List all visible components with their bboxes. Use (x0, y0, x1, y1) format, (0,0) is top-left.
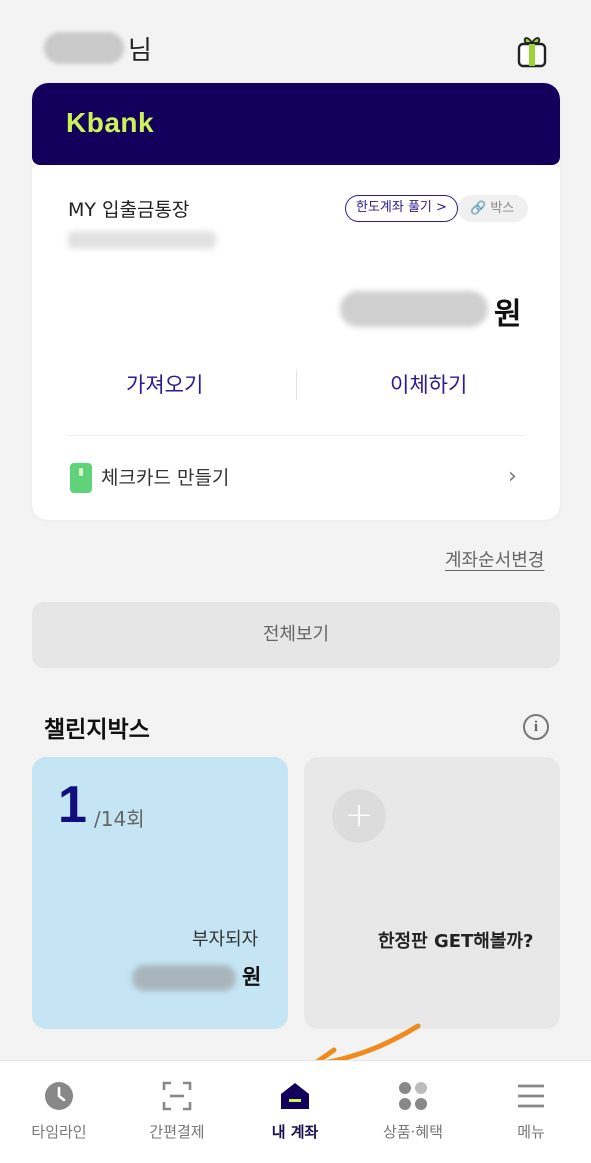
add-challenge-label: 한정판 GET해볼까? (378, 931, 534, 952)
challenge-name: 부자되자 (192, 929, 259, 950)
nav-label: 상품·혜택 (383, 1123, 443, 1141)
account-name: MY 입출금통장 (68, 199, 190, 221)
box-link-button[interactable]: 🔗 박스 (458, 195, 529, 222)
challenge-amount-redacted (132, 965, 236, 991)
card-icon (70, 463, 92, 493)
view-all-button[interactable]: 전체보기 (32, 602, 560, 668)
home-icon (281, 1083, 309, 1109)
nav-my-account[interactable]: 내 계좌 (236, 1061, 354, 1163)
balance-redacted (340, 291, 488, 327)
reorder-accounts-link[interactable]: 계좌순서변경 (445, 546, 544, 572)
bottom-nav: 타임라인 간편결제 내 계좌 상품·혜택 메뉴 (0, 1060, 591, 1163)
user-name-redacted (44, 32, 124, 64)
menu-icon (518, 1084, 544, 1108)
nav-label: 간편결제 (149, 1123, 205, 1141)
balance-unit: 원 (494, 297, 522, 332)
scan-icon (162, 1081, 192, 1111)
nav-label: 내 계좌 (271, 1123, 319, 1141)
nav-menu[interactable]: 메뉴 (472, 1061, 590, 1163)
nav-label: 타임라인 (31, 1123, 87, 1141)
plus-icon[interactable]: + (332, 789, 386, 843)
card-divider (68, 435, 524, 436)
challenge-amount-unit: 원 (242, 965, 262, 989)
transfer-button[interactable]: 이체하기 (390, 369, 467, 399)
nav-products[interactable]: 상품·혜택 (354, 1061, 472, 1163)
header: 님 (0, 0, 591, 84)
challenge-total: /14회 (94, 807, 145, 831)
section-title: 챌린지박스 (44, 717, 150, 743)
challenge-tile[interactable]: 1 /14회 부자되자 원 (32, 757, 288, 1029)
nav-label: 메뉴 (517, 1123, 545, 1141)
kbank-logo: Kbank (66, 107, 155, 138)
account-number-redacted (68, 231, 216, 249)
nav-easy-pay[interactable]: 간편결제 (118, 1061, 236, 1163)
limit-unlock-button[interactable]: 한도계좌 풀기 > (345, 195, 458, 222)
clock-icon (45, 1082, 73, 1110)
nav-timeline[interactable]: 타임라인 (0, 1061, 118, 1163)
bring-money-button[interactable]: 가져오기 (126, 369, 203, 399)
gift-icon[interactable] (516, 32, 548, 68)
account-card[interactable]: Kbank MY 입출금통장 한도계좌 풀기 > 🔗 박스 원 가져오기 이체하… (32, 83, 560, 520)
add-challenge-tile[interactable]: + 한정판 GET해볼까? (304, 757, 560, 1029)
check-card-link[interactable]: 체크카드 만들기 (101, 463, 229, 490)
action-divider (296, 370, 297, 400)
account-card-header: Kbank (32, 83, 560, 165)
challenge-count: 1 (58, 776, 87, 834)
info-icon[interactable]: i (523, 714, 549, 740)
chevron-right-icon[interactable]: › (508, 464, 517, 489)
grid-icon (399, 1082, 427, 1110)
user-name-suffix: 님 (128, 36, 152, 66)
